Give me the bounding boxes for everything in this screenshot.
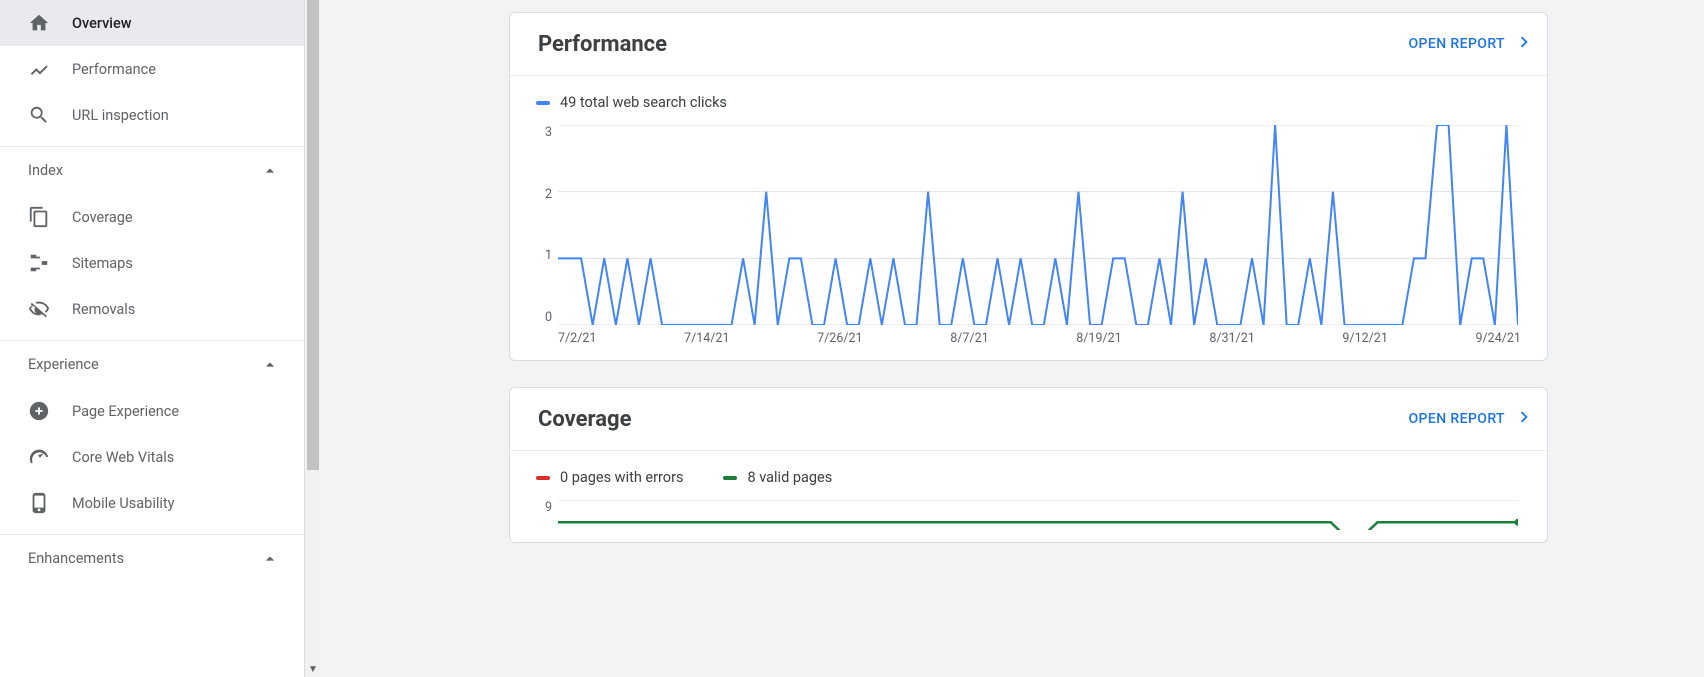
sidebar-item-page-experience[interactable]: Page Experience (0, 388, 304, 434)
eye-off-icon (28, 298, 50, 320)
gauge-icon (28, 446, 50, 468)
sidebar-group-label: Enhancements (28, 550, 124, 567)
sidebar-item-removals[interactable]: Removals (0, 286, 304, 332)
scroll-down-icon[interactable]: ▼ (305, 661, 321, 677)
scroll-thumb[interactable] (307, 0, 319, 470)
sidebar-item-core-web-vitals[interactable]: Core Web Vitals (0, 434, 304, 480)
sidebar-item-label: Core Web Vitals (72, 449, 174, 466)
sidebar-item-label: Removals (72, 301, 135, 318)
chevron-up-icon (260, 355, 280, 375)
performance-chart: 3210 (558, 125, 1521, 325)
sidebar-item-label: Page Experience (72, 403, 179, 420)
chevron-up-icon (260, 549, 280, 569)
legend-swatch (536, 101, 550, 105)
sidebar-item-url-inspection[interactable]: URL inspection (0, 92, 304, 138)
y-axis-labels: 9 (538, 500, 552, 530)
trend-icon (28, 58, 50, 80)
card-header: Performance OPEN REPORT (510, 13, 1547, 76)
sidebar-item-label: Overview (72, 15, 132, 32)
sidebar-item-overview[interactable]: Overview (0, 0, 304, 46)
sidebar-group-index[interactable]: Index (0, 146, 304, 194)
coverage-chart: 9 (558, 500, 1521, 530)
y-axis-labels: 3210 (538, 125, 552, 325)
circle-plus-icon (28, 400, 50, 422)
search-icon (28, 104, 50, 126)
sidebar-group-experience[interactable]: Experience (0, 340, 304, 388)
x-axis-labels: 7/2/217/14/217/26/218/7/218/19/218/31/21… (536, 325, 1521, 348)
chart-svg (558, 500, 1518, 530)
legend-swatch (536, 476, 550, 480)
sidebar: Overview Performance URL inspection Inde… (0, 0, 305, 677)
chevron-up-icon (260, 161, 280, 181)
sidebar-group-label: Experience (28, 356, 99, 373)
performance-card: Performance OPEN REPORT 49 total web sea… (509, 12, 1548, 361)
legend-swatch (723, 476, 737, 480)
legend-label: 8 valid pages (747, 469, 832, 486)
chart-legend: 0 pages with errors 8 valid pages (536, 469, 1521, 486)
open-report-label: OPEN REPORT (1409, 36, 1505, 52)
chevron-right-icon (1513, 31, 1535, 57)
card-header: Coverage OPEN REPORT (510, 388, 1547, 451)
sidebar-item-label: Coverage (72, 209, 133, 226)
card-body: 49 total web search clicks 3210 7/2/217/… (510, 76, 1547, 360)
sheets-icon (28, 206, 50, 228)
tree-icon (28, 252, 50, 274)
phone-icon (28, 492, 50, 514)
legend-item-errors: 0 pages with errors (536, 469, 683, 486)
main-scrollbar[interactable]: ▲ ▼ (305, 0, 321, 677)
legend-item-clicks: 49 total web search clicks (536, 94, 727, 111)
open-report-label: OPEN REPORT (1409, 411, 1505, 427)
chart-svg (558, 125, 1518, 325)
open-report-link[interactable]: OPEN REPORT (1409, 406, 1535, 432)
sidebar-item-performance[interactable]: Performance (0, 46, 304, 92)
home-icon (28, 12, 50, 34)
chevron-right-icon (1513, 406, 1535, 432)
card-title: Performance (538, 32, 667, 57)
sidebar-item-label: URL inspection (72, 107, 169, 124)
sidebar-group-label: Index (28, 162, 63, 179)
legend-label: 0 pages with errors (560, 469, 683, 486)
legend-label: 49 total web search clicks (560, 94, 727, 111)
card-title: Coverage (538, 407, 631, 432)
sidebar-item-label: Mobile Usability (72, 495, 175, 512)
sidebar-item-mobile-usability[interactable]: Mobile Usability (0, 480, 304, 526)
card-body: 0 pages with errors 8 valid pages 9 (510, 451, 1547, 542)
sidebar-group-enhancements[interactable]: Enhancements (0, 534, 304, 582)
chart-legend: 49 total web search clicks (536, 94, 1521, 111)
main-content: Performance OPEN REPORT 49 total web sea… (321, 0, 1704, 677)
open-report-link[interactable]: OPEN REPORT (1409, 31, 1535, 57)
coverage-card: Coverage OPEN REPORT 0 pages with errors… (509, 387, 1548, 543)
sidebar-item-sitemaps[interactable]: Sitemaps (0, 240, 304, 286)
sidebar-item-coverage[interactable]: Coverage (0, 194, 304, 240)
sidebar-item-label: Sitemaps (72, 255, 133, 272)
sidebar-item-label: Performance (72, 61, 156, 78)
legend-item-valid: 8 valid pages (723, 469, 832, 486)
